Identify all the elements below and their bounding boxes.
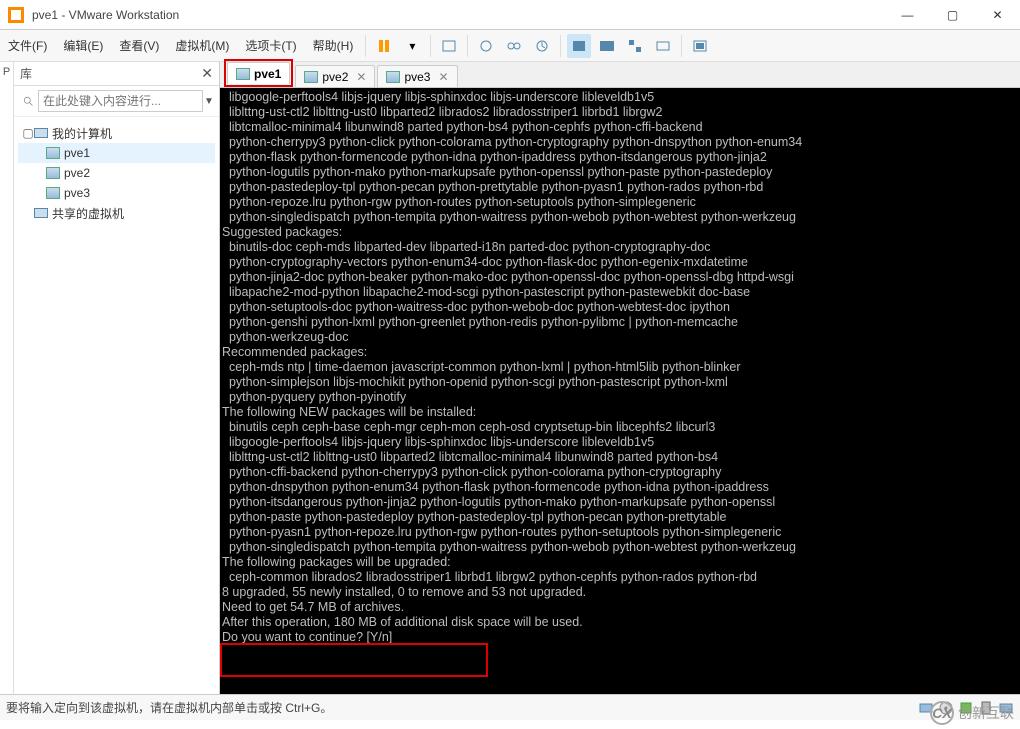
vm-icon <box>386 71 400 83</box>
tab-bar: pve1 pve2 ✕ pve3 ✕ <box>220 62 1020 88</box>
tree-item-pve2[interactable]: pve2 <box>18 163 215 183</box>
sidebar-toggle[interactable]: P <box>0 62 14 694</box>
statusbar: 要将输入定向到该虚拟机，请在虚拟机内部单击或按 Ctrl+G。 <box>0 694 1020 720</box>
tree-shared-vms[interactable]: 共享的虚拟机 <box>18 203 215 223</box>
terminal-text: libgoogle-perftools4 libjs-jquery libjs-… <box>222 90 1018 645</box>
tab-close-icon[interactable]: ✕ <box>438 70 448 84</box>
tree-item-label: pve2 <box>64 166 90 180</box>
tree-root-my-computer[interactable]: ▢ 我的计算机 <box>18 123 215 143</box>
tree-item-pve3[interactable]: pve3 <box>18 183 215 203</box>
library-tree: ▢ 我的计算机 pve1 pve2 pve3 共享的虚拟机 <box>14 117 219 229</box>
watermark-text: 创新互联 <box>958 703 1014 723</box>
shared-icon <box>34 208 48 218</box>
send-ctrl-alt-del-button[interactable] <box>437 34 461 58</box>
content-area: pve1 pve2 ✕ pve3 ✕ libgoogle-perftools4 … <box>220 62 1020 694</box>
snapshot-button[interactable] <box>474 34 498 58</box>
revert-button[interactable] <box>530 34 554 58</box>
titlebar: pve1 - VMware Workstation — ▢ ✕ <box>0 0 1020 30</box>
search-icon <box>22 93 34 109</box>
tab-label: pve2 <box>322 70 348 84</box>
tab-label: pve3 <box>404 70 430 84</box>
minimize-button[interactable]: — <box>885 0 930 30</box>
tree-item-label: pve1 <box>64 146 90 160</box>
unity-button[interactable] <box>623 34 647 58</box>
menu-tabs[interactable]: 选项卡(T) <box>237 30 304 61</box>
fit-guest-button[interactable] <box>567 34 591 58</box>
vm-icon <box>46 147 60 159</box>
tab-highlight: pve1 <box>224 59 293 87</box>
tab-pve2[interactable]: pve2 ✕ <box>295 65 375 87</box>
stretch-button[interactable] <box>651 34 675 58</box>
vm-icon <box>46 167 60 179</box>
main-area: P 库 ✕ ▼ ▢ 我的计算机 pve1 pve2 <box>0 62 1020 694</box>
status-text: 要将输入定向到该虚拟机，请在虚拟机内部单击或按 Ctrl+G。 <box>6 699 332 716</box>
tab-pve3[interactable]: pve3 ✕ <box>377 65 457 87</box>
menubar: 文件(F) 编辑(E) 查看(V) 虚拟机(M) 选项卡(T) 帮助(H) ▾ <box>0 30 1020 62</box>
window-title: pve1 - VMware Workstation <box>32 8 885 22</box>
vm-icon <box>46 187 60 199</box>
sidebar-close-button[interactable]: ✕ <box>201 65 213 82</box>
tree-item-label: pve3 <box>64 186 90 200</box>
menu-vm[interactable]: 虚拟机(M) <box>167 30 237 61</box>
fullscreen-button[interactable] <box>595 34 619 58</box>
dropdown-button[interactable]: ▾ <box>400 34 424 58</box>
watermark-logo-icon: CX <box>930 701 954 725</box>
sidebar-title: 库 <box>20 65 32 82</box>
menu-edit[interactable]: 编辑(E) <box>55 30 111 61</box>
tree-item-pve1[interactable]: pve1 <box>18 143 215 163</box>
sidebar-header: 库 ✕ <box>14 62 219 86</box>
maximize-button[interactable]: ▢ <box>930 0 975 30</box>
console-view-button[interactable] <box>688 34 712 58</box>
vm-icon <box>304 71 318 83</box>
menu-view[interactable]: 查看(V) <box>111 30 167 61</box>
search-row: ▼ <box>14 86 219 117</box>
tree-root-label: 我的计算机 <box>52 125 112 142</box>
tree-shared-label: 共享的虚拟机 <box>52 205 124 222</box>
close-button[interactable]: ✕ <box>975 0 1020 30</box>
vm-icon <box>236 68 250 80</box>
library-sidebar: 库 ✕ ▼ ▢ 我的计算机 pve1 pve2 pve3 <box>14 62 220 694</box>
pause-button[interactable] <box>372 34 396 58</box>
menu-help[interactable]: 帮助(H) <box>305 30 362 61</box>
snapshot-manager-button[interactable] <box>502 34 526 58</box>
tab-pve1[interactable]: pve1 <box>227 62 290 84</box>
app-icon <box>8 7 24 23</box>
computer-icon <box>34 128 48 138</box>
terminal-highlight-box <box>220 643 488 677</box>
menu-file[interactable]: 文件(F) <box>0 30 55 61</box>
watermark: CX 创新互联 <box>930 701 1014 725</box>
tab-label: pve1 <box>254 67 281 81</box>
vm-console[interactable]: libgoogle-perftools4 libjs-jquery libjs-… <box>220 88 1020 694</box>
search-input[interactable] <box>38 90 203 112</box>
tab-close-icon[interactable]: ✕ <box>356 70 366 84</box>
search-dropdown-icon[interactable]: ▼ <box>203 96 215 107</box>
